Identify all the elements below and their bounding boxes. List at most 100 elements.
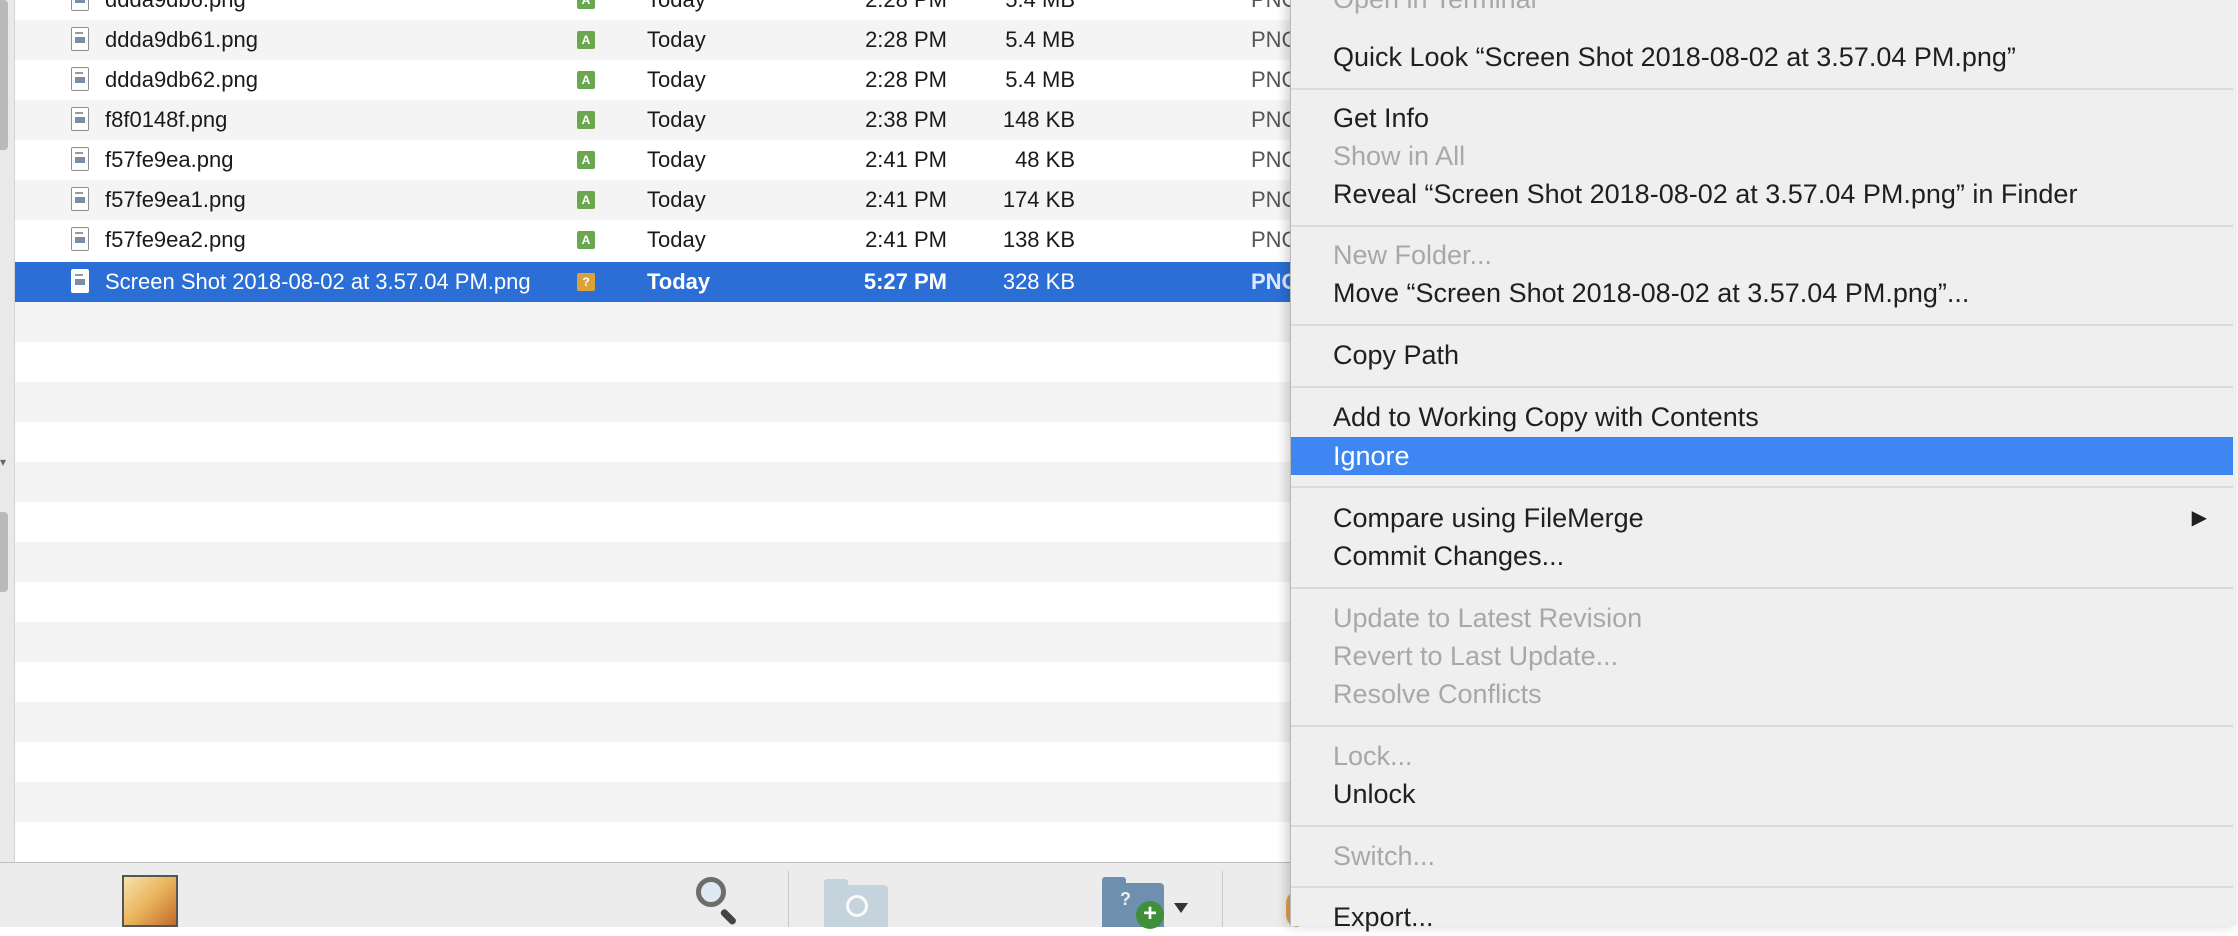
search-icon[interactable] bbox=[694, 877, 740, 927]
status-badge: A bbox=[577, 151, 595, 169]
empty-row bbox=[15, 782, 1290, 822]
bottom-toolbar: ? + bbox=[0, 862, 1300, 929]
menu-item-open-in-terminal[interactable]: Open in Terminal bbox=[1291, 0, 2233, 18]
png-file-icon bbox=[71, 227, 89, 251]
empty-row bbox=[15, 622, 1290, 662]
left-scroll-strip[interactable]: ▾ bbox=[0, 0, 15, 862]
toolbar-divider bbox=[1222, 871, 1223, 927]
menu-item-revert[interactable]: Revert to Last Update... bbox=[1291, 637, 2233, 675]
table-row[interactable]: f57fe9ea1.png A Today 2:41 PM 174 KB PNG bbox=[15, 180, 1290, 220]
menu-item-copy-path[interactable]: Copy Path bbox=[1291, 336, 2233, 374]
menu-item-lock[interactable]: Lock... bbox=[1291, 737, 2233, 775]
empty-row bbox=[15, 462, 1290, 502]
menu-item-reveal-in-finder[interactable]: Reveal “Screen Shot 2018-08-02 at 3.57.0… bbox=[1291, 175, 2233, 213]
menu-item-new-folder[interactable]: New Folder... bbox=[1291, 236, 2233, 274]
scroll-knob[interactable] bbox=[0, 512, 8, 592]
folder-search-icon[interactable] bbox=[824, 879, 888, 927]
table-row[interactable]: ddda9db6.png A Today 2:28 PM 5.4 MB PNG bbox=[15, 0, 1290, 20]
menu-separator bbox=[1291, 886, 2233, 888]
menu-item-resolve-conflicts[interactable]: Resolve Conflicts bbox=[1291, 675, 2233, 713]
menu-item-add-to-working-copy[interactable]: Add to Working Copy with Contents bbox=[1291, 398, 2233, 436]
file-size: 174 KB bbox=[1002, 187, 1075, 212]
menu-item-switch[interactable]: Switch... bbox=[1291, 837, 2233, 875]
file-kind: PNG bbox=[1251, 227, 1290, 252]
file-kind: PNG bbox=[1251, 107, 1290, 132]
file-kind: PNG bbox=[1251, 147, 1290, 172]
menu-separator bbox=[1291, 88, 2233, 90]
empty-row bbox=[15, 502, 1290, 542]
dropdown-arrow-icon[interactable] bbox=[1174, 903, 1188, 913]
menu-separator bbox=[1291, 486, 2233, 488]
file-size: 48 KB bbox=[1015, 147, 1075, 172]
empty-row bbox=[15, 342, 1290, 382]
file-kind: PNG bbox=[1251, 67, 1290, 92]
status-badge: A bbox=[577, 231, 595, 249]
split-arrow-icon: ▾ bbox=[0, 455, 7, 469]
menu-item-get-info[interactable]: Get Info bbox=[1291, 99, 2233, 137]
status-badge: A bbox=[577, 0, 595, 9]
file-size: 328 KB bbox=[1002, 269, 1075, 294]
table-row[interactable]: f8f0148f.png A Today 2:38 PM 148 KB PNG bbox=[15, 100, 1290, 140]
table-row-selected[interactable]: Screen Shot 2018-08-02 at 3.57.04 PM.png… bbox=[15, 262, 1290, 302]
file-size: 5.4 MB bbox=[1005, 27, 1075, 52]
empty-row bbox=[15, 542, 1290, 582]
empty-row bbox=[15, 382, 1290, 422]
file-name: f57fe9ea2.png bbox=[105, 227, 246, 252]
empty-row bbox=[15, 422, 1290, 462]
file-size: 5.4 MB bbox=[895, 0, 1075, 20]
empty-row bbox=[15, 662, 1290, 702]
file-kind: PNG bbox=[1251, 27, 1290, 52]
date-modified: Today bbox=[647, 147, 706, 172]
date-modified: Today bbox=[647, 269, 711, 294]
png-file-icon bbox=[71, 67, 89, 91]
menu-separator bbox=[1291, 725, 2233, 727]
empty-row bbox=[15, 702, 1290, 742]
table-row[interactable]: f57fe9ea2.png A Today 2:41 PM 138 KB PNG bbox=[15, 220, 1290, 260]
menu-item-compare-filemerge[interactable]: Compare using FileMerge ▶ bbox=[1291, 499, 2233, 537]
file-name: ddda9db62.png bbox=[105, 67, 258, 92]
file-name: ddda9db61.png bbox=[105, 27, 258, 52]
menu-item-ignore[interactable]: Ignore bbox=[1291, 437, 2233, 475]
add-folder-icon[interactable]: ? + bbox=[1102, 877, 1164, 929]
png-file-icon bbox=[71, 147, 89, 171]
file-size: 148 KB bbox=[1002, 107, 1075, 132]
toolbar-divider bbox=[788, 871, 789, 927]
file-name: ddda9db6.png bbox=[105, 0, 246, 20]
png-file-icon bbox=[71, 0, 89, 11]
menu-item-quick-look[interactable]: Quick Look “Screen Shot 2018-08-02 at 3.… bbox=[1291, 38, 2233, 76]
table-row[interactable]: f57fe9ea.png A Today 2:41 PM 48 KB PNG bbox=[15, 140, 1290, 180]
png-file-icon bbox=[71, 187, 89, 211]
context-menu: Open in Terminal Quick Look “Screen Shot… bbox=[1290, 0, 2237, 932]
file-name: f57fe9ea.png bbox=[105, 147, 234, 172]
menu-item-update-latest[interactable]: Update to Latest Revision bbox=[1291, 599, 2233, 637]
file-kind: PNG bbox=[1251, 187, 1290, 212]
file-name: Screen Shot 2018-08-02 at 3.57.04 PM.png bbox=[105, 269, 531, 294]
menu-separator bbox=[1291, 324, 2233, 326]
menu-item-show-in-all[interactable]: Show in All bbox=[1291, 137, 2233, 175]
menu-separator bbox=[1291, 587, 2233, 589]
date-modified: Today bbox=[647, 0, 706, 20]
menu-separator bbox=[1291, 825, 2233, 827]
submenu-arrow-icon: ▶ bbox=[2191, 507, 2207, 529]
table-row[interactable]: ddda9db62.png A Today 2:28 PM 5.4 MB PNG bbox=[15, 60, 1290, 100]
menu-item-commit-changes[interactable]: Commit Changes... bbox=[1291, 537, 2233, 575]
status-badge: A bbox=[577, 111, 595, 129]
preview-icon[interactable] bbox=[122, 875, 178, 927]
menu-item-move[interactable]: Move “Screen Shot 2018-08-02 at 3.57.04 … bbox=[1291, 274, 2233, 312]
file-list: ddda9db6.png A Today 2:28 PM 5.4 MB PNG … bbox=[15, 0, 1290, 862]
menu-item-export[interactable]: Export... bbox=[1291, 898, 2233, 936]
status-badge: A bbox=[577, 31, 595, 49]
menu-item-unlock[interactable]: Unlock bbox=[1291, 775, 2233, 813]
menu-separator bbox=[1291, 386, 2233, 388]
status-badge: ? bbox=[577, 273, 595, 291]
status-badge: A bbox=[577, 71, 595, 89]
png-file-icon bbox=[71, 27, 89, 51]
empty-row bbox=[15, 302, 1290, 342]
table-row[interactable]: ddda9db61.png A Today 2:28 PM 5.4 MB PNG bbox=[15, 20, 1290, 60]
file-size: 138 KB bbox=[1002, 227, 1075, 252]
date-modified: Today bbox=[647, 187, 706, 212]
scroll-knob[interactable] bbox=[0, 0, 8, 150]
file-size: 5.4 MB bbox=[1005, 67, 1075, 92]
menu-separator bbox=[1291, 225, 2233, 227]
status-badge: A bbox=[577, 191, 595, 209]
